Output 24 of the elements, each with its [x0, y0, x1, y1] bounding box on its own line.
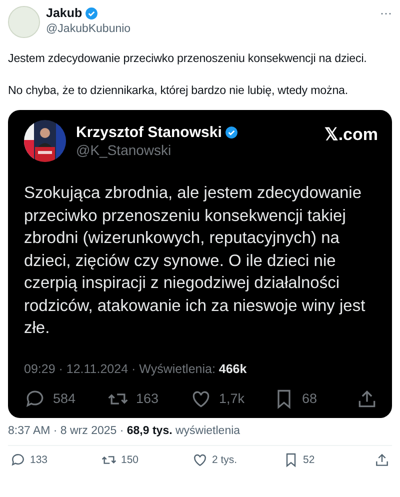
- tweet-text: Jestem zdecydowanie przeciwko przenoszeniu konsekwencji na dzieci.: [7, 51, 368, 67]
- share-icon[interactable]: [374, 452, 390, 468]
- quoted-author-name[interactable]: Krzysztof Stanowski: [76, 124, 222, 141]
- heart-icon[interactable]: [192, 452, 208, 468]
- action-count: 163: [136, 391, 159, 406]
- action-count: 52: [303, 454, 315, 466]
- action-count: 68: [302, 391, 318, 406]
- author-name[interactable]: Jakub: [46, 6, 82, 20]
- action-count: 150: [121, 454, 139, 466]
- action-count: 1,7k: [219, 391, 245, 406]
- quoted-post[interactable]: [8, 110, 392, 418]
- action-count: 133: [30, 454, 48, 466]
- tweet-text: No chyba, że to dziennikarka, której bardzo nie lubię, wtedy można.: [7, 83, 350, 99]
- post-meta: 8:37 AM · 8 wrz 2025 · 68,9 tys. wyświetlenia: [7, 424, 242, 436]
- action-count: 2 tys.: [212, 454, 238, 466]
- quoted-text: Szokująca zbrodnia, ale jestem zdecydowanie przeciwko przenoszeniu konsekwencji takiej zbrodni (wizerunkowych, reputacyjnych) na dzieci, zięciów czy synowe. O ile dzieci nie czerpią inspiracji z niegodziwej działalności rodziców, atakowanie ich za nieswoje winy jest złe.: [24, 183, 366, 339]
- reply-icon[interactable]: [10, 452, 26, 468]
- more-button[interactable]: ···: [380, 6, 392, 20]
- share-icon[interactable]: [356, 388, 378, 410]
- quoted-meta: 09:29 · 12.11.2024 · Wyświetlenia: 466k: [24, 362, 248, 376]
- author-handle[interactable]: @JakubKubunio: [46, 23, 374, 35]
- site-logo: 𝕏.com: [324, 124, 378, 145]
- action-count: 584: [53, 391, 76, 406]
- quoted-author-handle[interactable]: @K_Stanowski: [76, 142, 314, 158]
